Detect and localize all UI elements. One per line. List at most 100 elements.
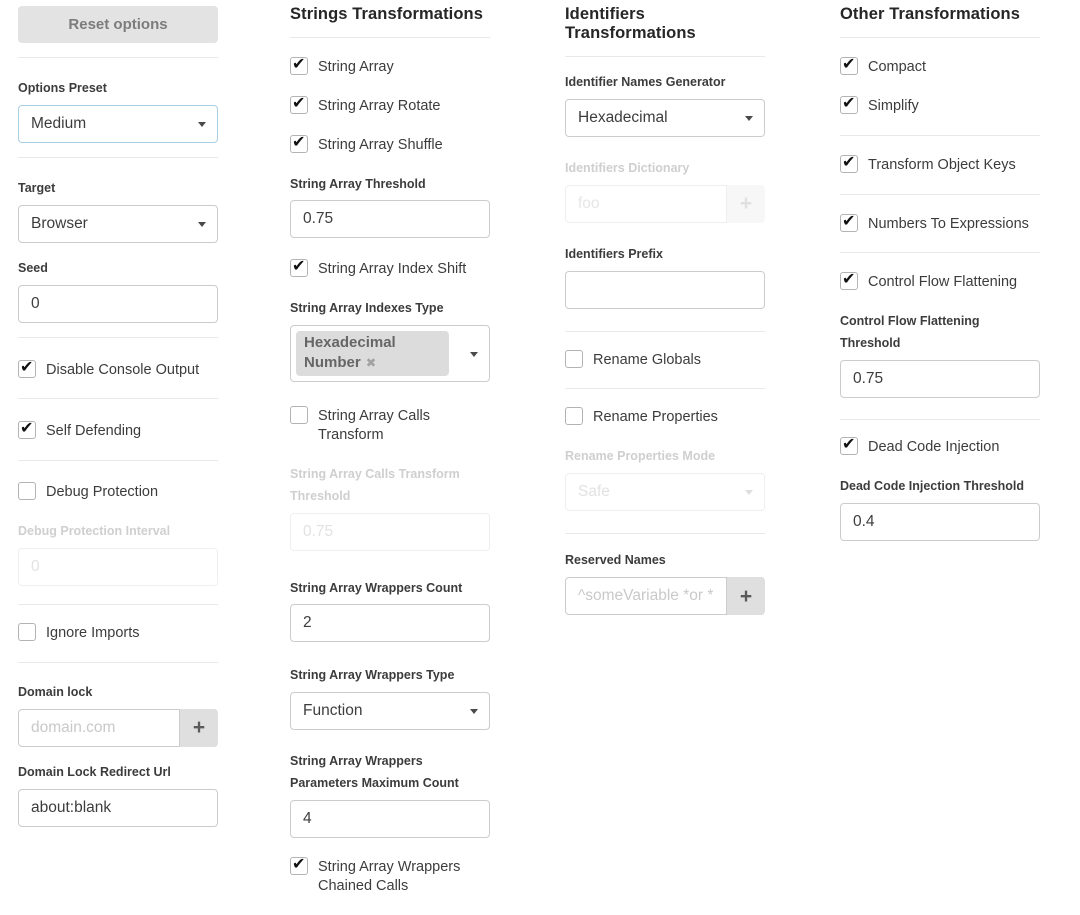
seed-input[interactable]	[18, 285, 218, 323]
general-options-column: Reset options Options Preset Medium Targ…	[18, 0, 218, 827]
checkbox-compact[interactable]: Compact	[840, 57, 1040, 77]
checkbox-icon[interactable]	[840, 437, 858, 455]
checkbox-label: Rename Properties	[593, 407, 718, 427]
debug-protection-interval-label: Debug Protection Interval	[18, 521, 218, 543]
checkbox-label: Disable Console Output	[46, 360, 199, 380]
target-value: Browser	[31, 215, 88, 233]
checkbox-string-array-index-shift[interactable]: String Array Index Shift	[290, 259, 490, 279]
divider	[565, 331, 765, 332]
checkbox-label: Compact	[868, 57, 926, 77]
checkbox-numbers-to-expressions[interactable]: Numbers To Expressions	[840, 214, 1040, 234]
target-select[interactable]: Browser	[18, 205, 218, 243]
divider	[840, 37, 1040, 38]
checkbox-icon[interactable]	[840, 214, 858, 232]
domain-lock-label: Domain lock	[18, 682, 218, 704]
divider	[18, 604, 218, 605]
add-domain-button[interactable]: +	[180, 709, 218, 747]
checkbox-label: Rename Globals	[593, 350, 701, 370]
checkbox-self-defending[interactable]: Self Defending	[18, 421, 218, 441]
add-reserved-name-button[interactable]: +	[727, 577, 765, 615]
checkbox-icon[interactable]	[840, 57, 858, 75]
checkbox-string-array-calls-transform[interactable]: String Array Calls Transform	[290, 406, 490, 445]
control-flow-flattening-threshold-label: Control Flow Flattening Threshold	[840, 311, 1040, 355]
checkbox-icon[interactable]	[18, 623, 36, 641]
checkbox-icon[interactable]	[565, 350, 583, 368]
domain-lock-redirect-url-label: Domain Lock Redirect Url	[18, 762, 218, 784]
string-array-indexes-type-select[interactable]: Hexadecimal Number✖	[290, 325, 490, 382]
checkbox-disable-console-output[interactable]: Disable Console Output	[18, 360, 218, 380]
checkbox-simplify[interactable]: Simplify	[840, 96, 1040, 116]
identifier-names-generator-select[interactable]: Hexadecimal	[565, 99, 765, 137]
divider	[18, 398, 218, 399]
checkbox-dead-code-injection[interactable]: Dead Code Injection	[840, 437, 1040, 457]
string-array-calls-transform-threshold-input	[290, 513, 490, 551]
checkbox-debug-protection[interactable]: Debug Protection	[18, 482, 218, 502]
checkbox-label: String Array Wrappers Chained Calls	[318, 857, 478, 896]
divider	[18, 157, 218, 158]
checkbox-icon[interactable]	[290, 857, 308, 875]
seed-label: Seed	[18, 258, 218, 280]
checkbox-icon[interactable]	[18, 482, 36, 500]
checkbox-icon[interactable]	[290, 259, 308, 277]
checkbox-icon[interactable]	[290, 57, 308, 75]
checkbox-label: String Array Calls Transform	[318, 406, 490, 445]
checkbox-rename-properties[interactable]: Rename Properties	[565, 407, 765, 427]
checkbox-icon[interactable]	[290, 135, 308, 153]
chevron-down-icon	[198, 122, 206, 127]
domain-lock-input[interactable]	[18, 709, 180, 747]
domain-lock-redirect-url-input[interactable]	[18, 789, 218, 827]
chevron-down-icon	[198, 222, 206, 227]
checkbox-transform-object-keys[interactable]: Transform Object Keys	[840, 155, 1040, 175]
chevron-down-icon	[470, 709, 478, 714]
checkbox-icon[interactable]	[290, 406, 308, 424]
dead-code-injection-threshold-input[interactable]	[840, 503, 1040, 541]
checkbox-icon[interactable]	[290, 96, 308, 114]
target-label: Target	[18, 178, 218, 200]
options-preset-value: Medium	[31, 115, 86, 133]
reserved-names-input[interactable]	[565, 577, 727, 615]
checkbox-control-flow-flattening[interactable]: Control Flow Flattening	[840, 272, 1040, 292]
string-array-threshold-input[interactable]	[290, 200, 490, 238]
checkbox-icon[interactable]	[18, 360, 36, 378]
divider	[840, 252, 1040, 253]
divider	[18, 662, 218, 663]
string-array-wrappers-parameters-maximum-count-input[interactable]	[290, 800, 490, 838]
reset-options-button[interactable]: Reset options	[18, 6, 218, 43]
checkbox-icon[interactable]	[840, 272, 858, 290]
domain-lock-input-group: +	[18, 709, 218, 747]
identifiers-prefix-input[interactable]	[565, 271, 765, 309]
string-array-calls-transform-threshold-label: String Array Calls Transform Threshold	[290, 464, 490, 508]
identifier-names-generator-value: Hexadecimal	[578, 109, 668, 127]
identifiers-transformations-column: Identifiers Transformations Identifier N…	[565, 0, 765, 615]
divider	[840, 135, 1040, 136]
string-array-wrappers-count-label: String Array Wrappers Count	[290, 578, 490, 600]
checkbox-icon[interactable]	[18, 421, 36, 439]
identifiers-dictionary-input	[565, 185, 727, 223]
other-transformations-column: Other Transformations Compact Simplify T…	[840, 0, 1040, 541]
string-array-wrappers-type-value: Function	[303, 702, 362, 720]
checkbox-rename-globals[interactable]: Rename Globals	[565, 350, 765, 370]
string-array-wrappers-count-input[interactable]	[290, 604, 490, 642]
checkbox-string-array-shuffle[interactable]: String Array Shuffle	[290, 135, 490, 155]
control-flow-flattening-threshold-input[interactable]	[840, 360, 1040, 398]
divider	[840, 194, 1040, 195]
identifiers-transformations-title: Identifiers Transformations	[565, 5, 765, 43]
checkbox-icon[interactable]	[840, 155, 858, 173]
string-array-wrappers-type-select[interactable]: Function	[290, 692, 490, 730]
checkbox-label: Numbers To Expressions	[868, 214, 1029, 234]
identifiers-prefix-label: Identifiers Prefix	[565, 244, 765, 266]
options-preset-select[interactable]: Medium	[18, 105, 218, 143]
rename-properties-mode-select: Safe	[565, 473, 765, 511]
checkbox-label: String Array	[318, 57, 394, 77]
checkbox-string-array-wrappers-chained-calls[interactable]: String Array Wrappers Chained Calls	[290, 857, 490, 896]
checkbox-icon[interactable]	[840, 96, 858, 114]
remove-tag-icon[interactable]: ✖	[366, 356, 376, 370]
divider	[18, 460, 218, 461]
checkbox-ignore-imports[interactable]: Ignore Imports	[18, 623, 218, 643]
strings-transformations-column: Strings Transformations String Array Str…	[290, 0, 490, 915]
checkbox-string-array-rotate[interactable]: String Array Rotate	[290, 96, 490, 116]
chevron-down-icon	[745, 490, 753, 495]
divider	[565, 533, 765, 534]
checkbox-string-array[interactable]: String Array	[290, 57, 490, 77]
checkbox-icon[interactable]	[565, 407, 583, 425]
